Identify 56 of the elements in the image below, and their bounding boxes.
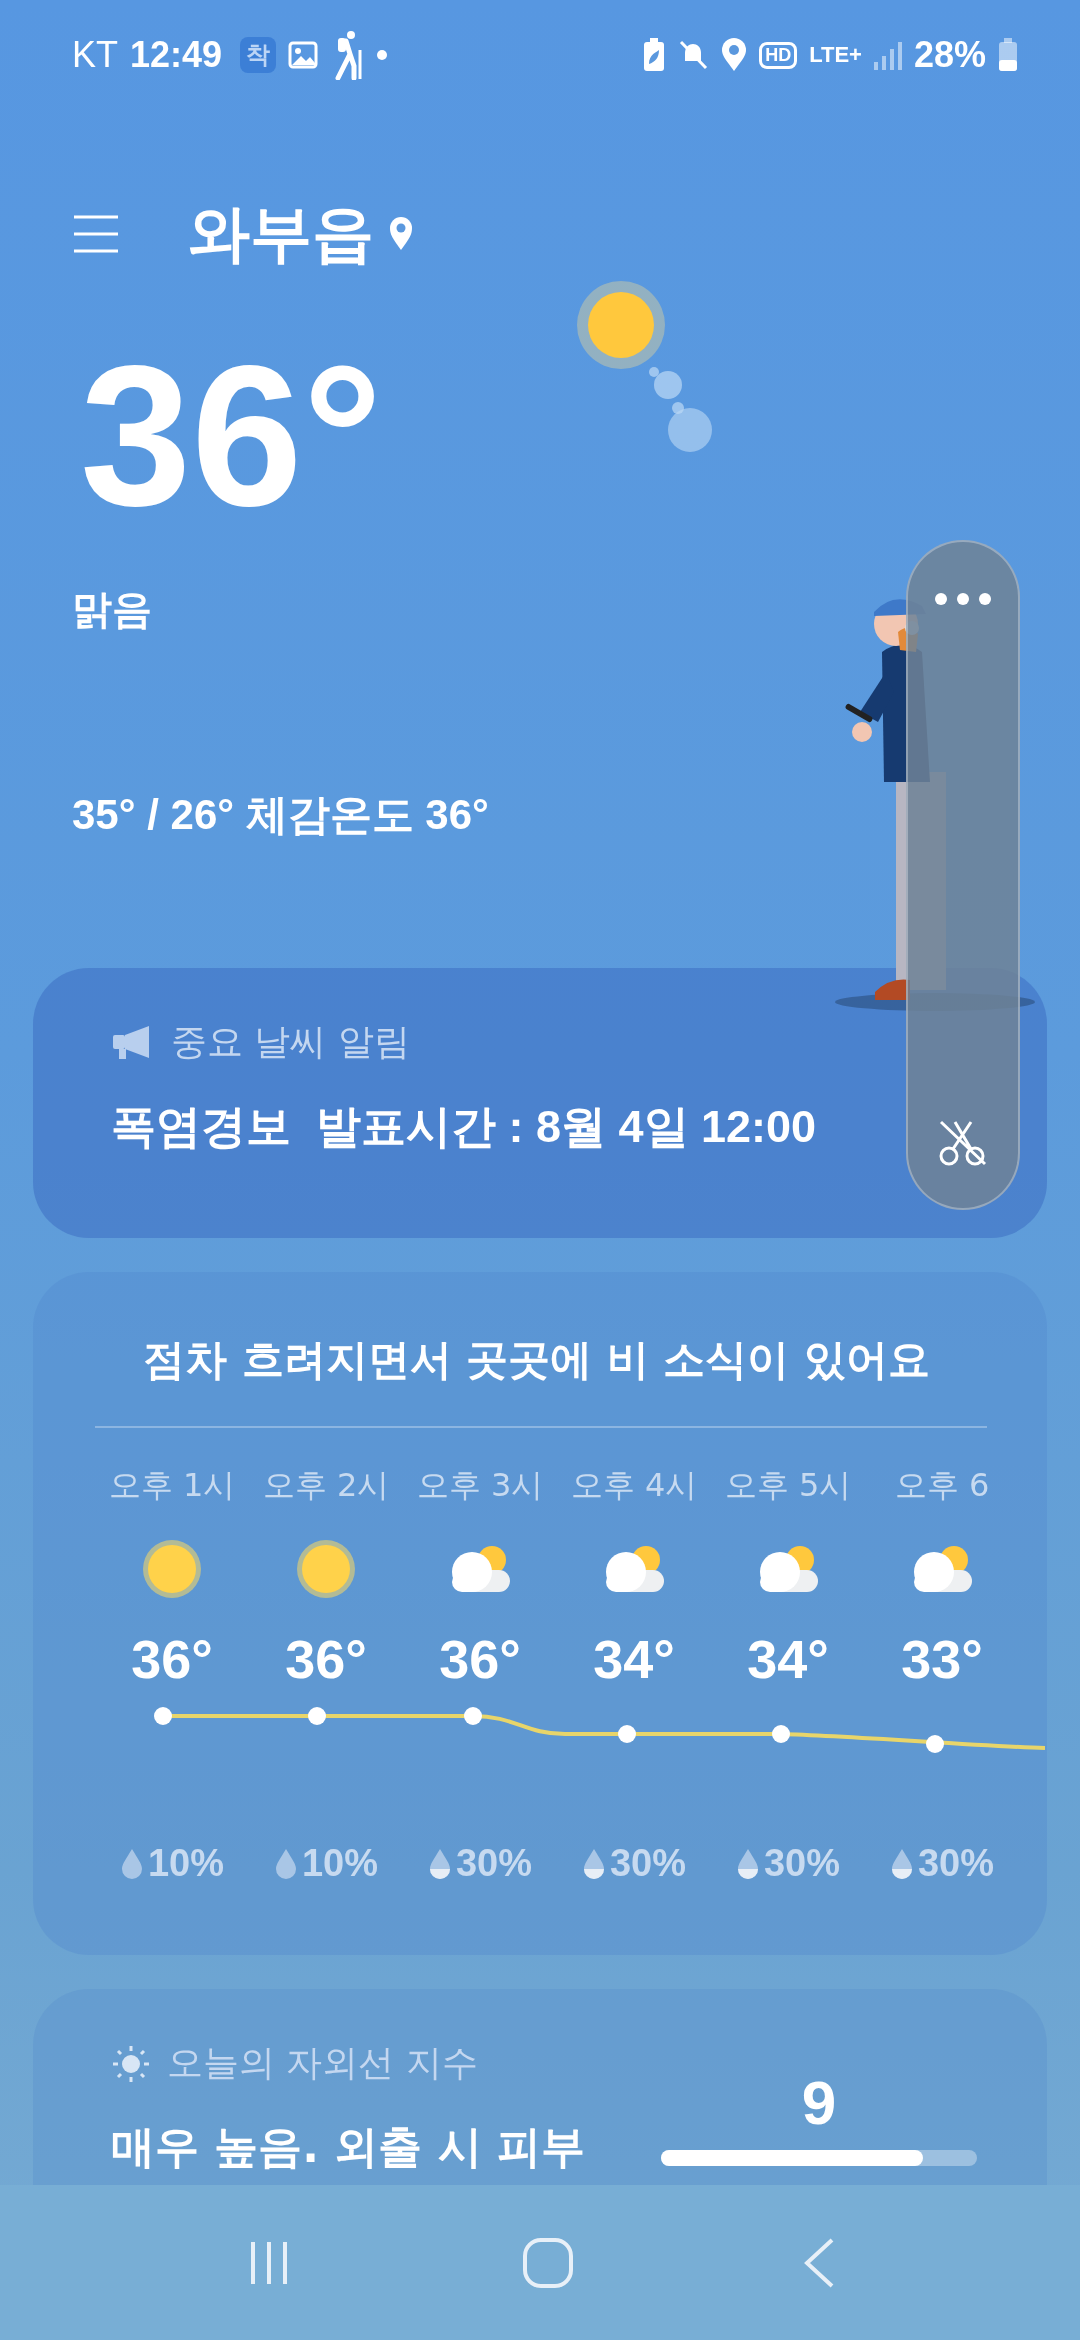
dot-icon [376,49,389,61]
hour-label: 오후 6 [894,1465,990,1506]
uv-label: 오늘의 자외선 지수 [167,2041,478,2085]
precipitation-chance: 30% [763,1842,841,1885]
precipitation-chance: 30% [455,1842,533,1885]
hour-label: 오후 3시 [416,1465,544,1506]
hour-temperature: 36° [285,1628,367,1690]
battery-icon [998,38,1018,72]
hour-temperature: 34° [747,1628,829,1690]
raindrop-icon [735,1847,760,1880]
battery-saver-icon [643,38,666,72]
precipitation-chance: 10% [147,1842,225,1885]
home-icon[interactable] [522,2236,574,2289]
raindrop-icon [119,1847,144,1880]
raindrop-icon [427,1847,452,1880]
signal-icon [873,40,902,70]
location-title[interactable]: 와부읍 [188,192,374,276]
raindrop-icon [581,1847,606,1880]
location-pin-icon [388,216,414,252]
current-temperature: 36° [80,336,383,536]
precipitation-chance: 10% [301,1842,379,1885]
precipitation-chance: 30% [609,1842,687,1885]
hour-temperature: 36° [439,1628,521,1690]
battery-percent: 28% [913,34,986,76]
back-icon[interactable] [802,2236,836,2289]
sun-icon [111,2043,151,2084]
hour-temperature: 34° [593,1628,675,1690]
network-type: LTE+ [809,42,862,68]
carrier: KT [72,34,118,76]
hour-label: 오후 4시 [570,1465,698,1506]
alert-label: 중요 날씨 알림 [171,1020,410,1064]
temperature-range: 35° / 26° 체감온도 36° [72,790,489,840]
menu-icon[interactable] [72,214,120,254]
uv-index: 9 [801,2067,837,2138]
hour-temperature: 36° [131,1628,213,1690]
uv-description: 매우 높음. 외출 시 피부 [111,2120,586,2174]
clock: 12:49 [130,34,223,76]
raindrop-icon [889,1847,914,1880]
hour-label: 오후 5시 [724,1465,852,1506]
image-icon [288,40,319,70]
hour-label: 오후 1시 [108,1465,236,1506]
forecast-summary: 점차 흐려지면서 곳곳에 비 소식이 있어요 [142,1334,932,1386]
precipitation-chance: 30% [917,1842,995,1885]
weather-condition: 맑음 [72,585,152,634]
hour-label: 오후 2시 [262,1465,390,1506]
mute-icon [677,39,710,71]
sun-icon [141,1538,203,1600]
hd-icon: HD [759,41,798,69]
sun-icon [295,1538,357,1600]
location-icon [721,38,748,72]
alert-card[interactable]: 중요 날씨 알림 폭염경보 발표시간 : 8월 4일 12:00 [33,968,1047,1238]
more-icon[interactable] [933,592,993,606]
alert-text: 폭염경보 발표시간 : 8월 4일 12:00 [111,1100,817,1154]
app-badge-icon: 착 [240,37,277,73]
hour-temperature: 33° [901,1628,983,1690]
raindrop-icon [273,1847,298,1880]
